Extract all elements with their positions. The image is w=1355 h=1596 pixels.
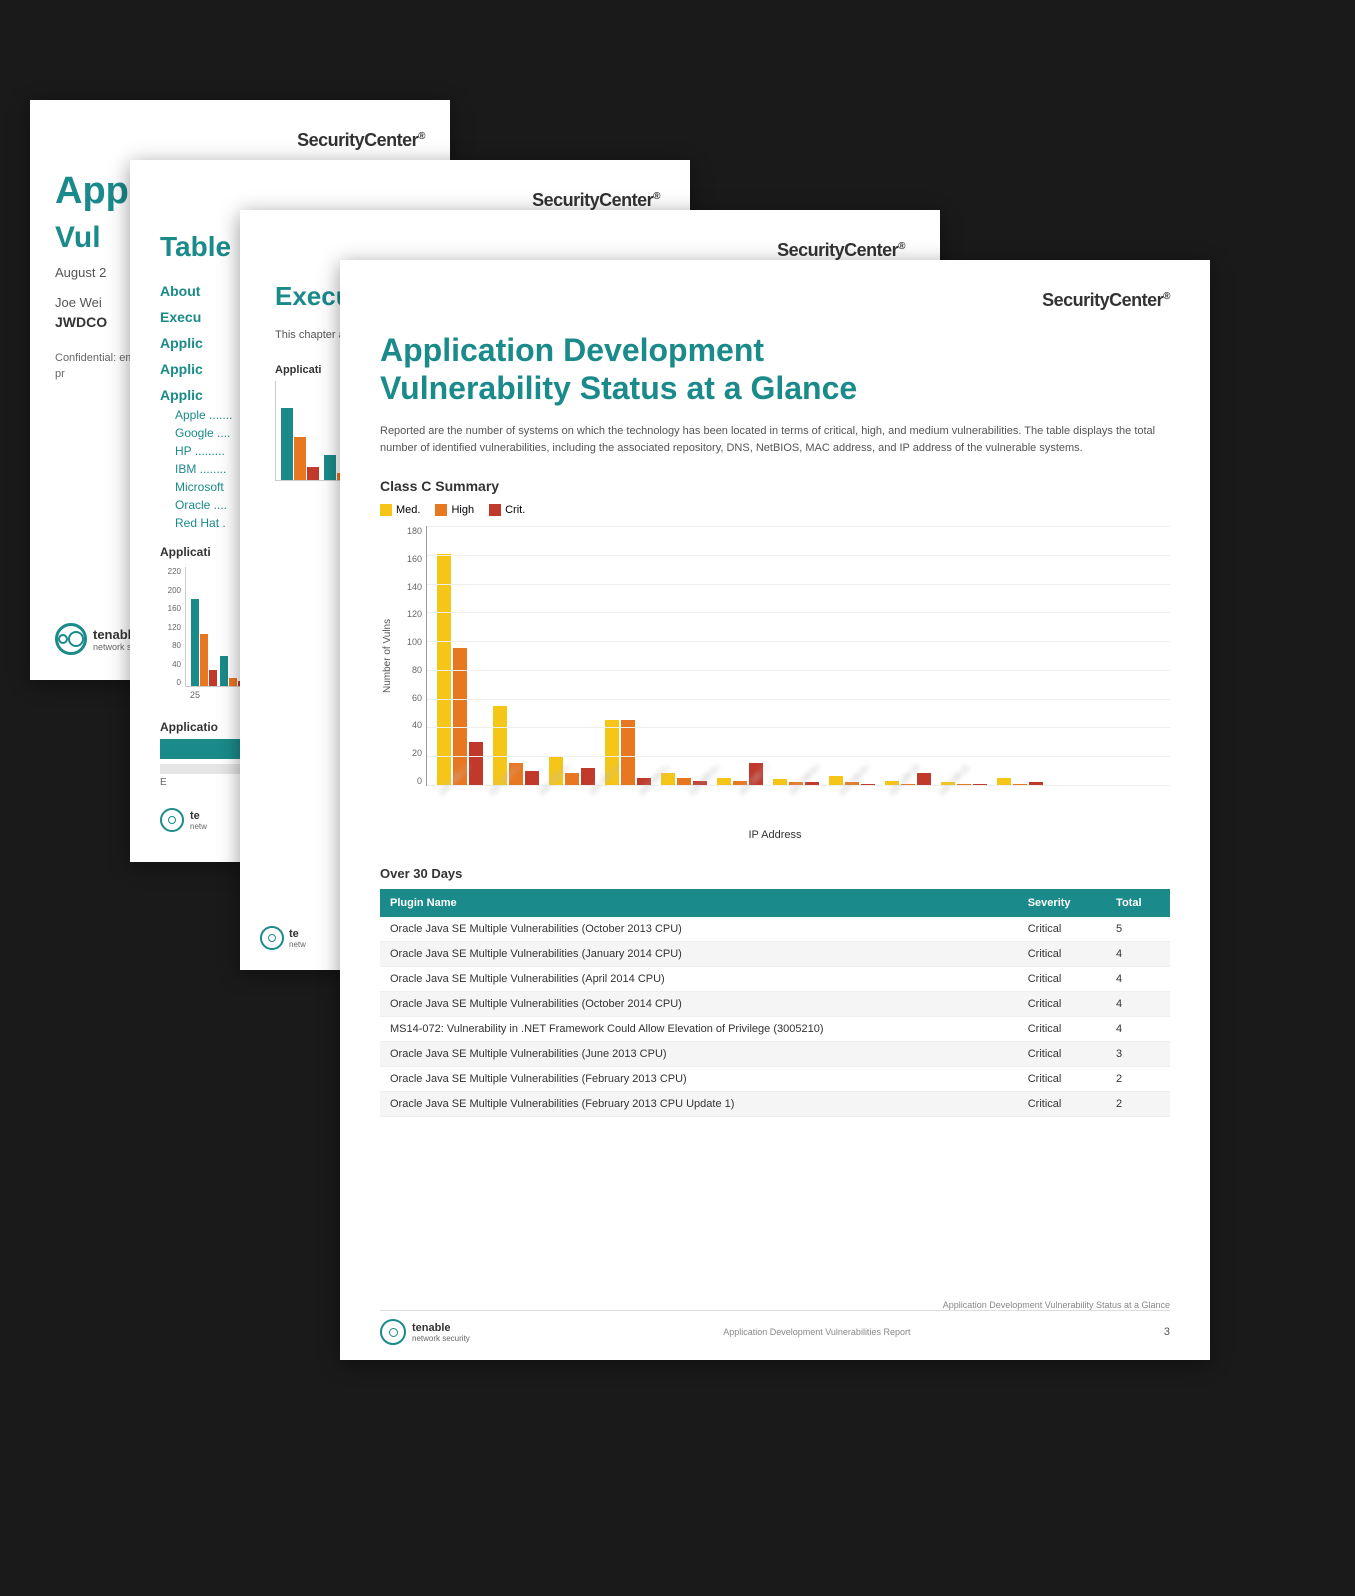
cell-plugin-1: Oracle Java SE Multiple Vulnerabilities … xyxy=(380,941,1018,966)
col-plugin-name: Plugin Name xyxy=(380,889,1018,917)
cell-plugin-4: MS14-072: Vulnerability in .NET Framewor… xyxy=(380,1016,1018,1041)
tenable-inner-circle xyxy=(168,816,176,824)
tenable-logo-icon-toc xyxy=(160,808,184,832)
cell-severity-4: Critical xyxy=(1018,1016,1106,1041)
main-page: SecurityCenter® Application Development … xyxy=(340,260,1210,1360)
table-header: Plugin Name Severity Total xyxy=(380,889,1170,917)
tenable-text-toc: te netw xyxy=(190,810,207,831)
legend-crit-label: Crit. xyxy=(505,504,525,516)
bar-group-0 xyxy=(437,554,483,785)
cell-severity-5: Critical xyxy=(1018,1041,1106,1066)
legend-crit-box xyxy=(489,504,501,516)
cell-severity-1: Critical xyxy=(1018,941,1106,966)
cell-total-0: 5 xyxy=(1106,917,1170,942)
bar-10-high xyxy=(1013,784,1027,785)
cell-total-2: 4 xyxy=(1106,966,1170,991)
tenable-text-exec: te netw xyxy=(289,928,306,949)
table-row-7: Oracle Java SE Multiple Vulnerabilities … xyxy=(380,1091,1170,1116)
security-center-logo-main: SecurityCenter® xyxy=(380,290,1170,311)
security-center-logo-toc: SecurityCenter® xyxy=(160,190,660,211)
bar-group-10 xyxy=(997,778,1043,785)
cell-total-3: 4 xyxy=(1106,991,1170,1016)
cell-plugin-6: Oracle Java SE Multiple Vulnerabilities … xyxy=(380,1066,1018,1091)
cell-severity-0: Critical xyxy=(1018,917,1106,942)
chart-area xyxy=(426,526,1170,786)
cell-total-7: 2 xyxy=(1106,1091,1170,1116)
footer-logo-inner xyxy=(389,1328,398,1337)
x-axis-label: IP Address xyxy=(380,829,1170,841)
legend-med-box xyxy=(380,504,392,516)
legend-med-label: Med. xyxy=(396,504,420,516)
legend-med: Med. xyxy=(380,504,420,516)
tenable-logo-exec: te netw xyxy=(260,926,306,950)
tenable-inner-exec xyxy=(268,934,276,942)
main-heading-line1: Application Development xyxy=(380,332,764,368)
brand-name: SecurityCenter xyxy=(297,130,418,150)
table-row-6: Oracle Java SE Multiple Vulnerabilities … xyxy=(380,1066,1170,1091)
tenable-logo-icon xyxy=(55,623,87,655)
table-label: Over 30 Days xyxy=(380,866,1170,881)
bar-groups-container xyxy=(427,526,1170,785)
cell-severity-2: Critical xyxy=(1018,966,1106,991)
footer-logo-text: tenable network security xyxy=(412,1322,470,1343)
bar-10-med xyxy=(997,778,1011,785)
x-ticks: 192.168.1.x192.168.2.x192.168.3.x192.168… xyxy=(427,791,1170,821)
x-axis-labels: 192.168.1.x192.168.2.x192.168.3.x192.168… xyxy=(380,791,1170,821)
table-row-0: Oracle Java SE Multiple Vulnerabilities … xyxy=(380,917,1170,942)
security-center-logo-exec: SecurityCenter® xyxy=(275,240,905,261)
tenable-logo-icon-exec xyxy=(260,926,284,950)
legend-crit: Crit. xyxy=(489,504,525,516)
cell-total-6: 2 xyxy=(1106,1066,1170,1091)
chart-legend: Med. High Crit. xyxy=(380,504,1170,516)
cell-severity-7: Critical xyxy=(1018,1091,1106,1116)
brand-name-main: SecurityCenter xyxy=(1042,290,1163,310)
legend-high-box xyxy=(435,504,447,516)
footer-center-text: Application Development Vulnerabilities … xyxy=(723,1327,910,1337)
cell-plugin-5: Oracle Java SE Multiple Vulnerabilities … xyxy=(380,1041,1018,1066)
chart-title: Class C Summary xyxy=(380,478,1170,494)
tenable-name-toc: te xyxy=(190,810,207,822)
cell-plugin-2: Oracle Java SE Multiple Vulnerabilities … xyxy=(380,966,1018,991)
footer-logo-container: tenable network security xyxy=(380,1319,470,1345)
cell-severity-3: Critical xyxy=(1018,991,1106,1016)
table-row-5: Oracle Java SE Multiple Vulnerabilities … xyxy=(380,1041,1170,1066)
main-heading-line2: Vulnerability Status at a Glance xyxy=(380,370,857,406)
legend-high-label: High xyxy=(451,504,474,516)
table-row-4: MS14-072: Vulnerability in .NET Framewor… xyxy=(380,1016,1170,1041)
main-heading: Application Development Vulnerability St… xyxy=(380,331,1170,408)
footer-tenable-sub: network security xyxy=(412,1334,470,1343)
cell-plugin-7: Oracle Java SE Multiple Vulnerabilities … xyxy=(380,1091,1018,1116)
legend-high: High xyxy=(435,504,474,516)
table-header-row: Plugin Name Severity Total xyxy=(380,889,1170,917)
bar-0-med xyxy=(437,554,451,785)
cell-plugin-0: Oracle Java SE Multiple Vulnerabilities … xyxy=(380,917,1018,942)
brand-name-toc: SecurityCenter xyxy=(532,190,653,210)
footer-logo-circle xyxy=(380,1319,406,1345)
table-body: Oracle Java SE Multiple Vulnerabilities … xyxy=(380,917,1170,1117)
table-row-3: Oracle Java SE Multiple Vulnerabilities … xyxy=(380,991,1170,1016)
bar-10-crit xyxy=(1029,782,1043,785)
footer-page-number: 3 xyxy=(1164,1326,1170,1338)
y-axis-numbers: 180 160 140 120 100 80 60 40 20 0 xyxy=(398,526,426,786)
cell-total-4: 4 xyxy=(1106,1016,1170,1041)
security-center-logo: SecurityCenter® xyxy=(55,130,425,151)
cell-plugin-3: Oracle Java SE Multiple Vulnerabilities … xyxy=(380,991,1018,1016)
cell-total-1: 4 xyxy=(1106,941,1170,966)
vulnerabilities-table: Plugin Name Severity Total Oracle Java S… xyxy=(380,889,1170,1117)
table-section: Over 30 Days Plugin Name Severity Total … xyxy=(380,866,1170,1117)
main-description: Reported are the number of systems on wh… xyxy=(380,423,1170,458)
cell-total-5: 3 xyxy=(1106,1041,1170,1066)
y-axis-label: Number of Vulns xyxy=(380,526,398,786)
footer-tenable: tenable xyxy=(412,1322,470,1334)
table-row-2: Oracle Java SE Multiple Vulnerabilities … xyxy=(380,966,1170,991)
tenable-sub-toc: netw xyxy=(190,822,207,831)
cell-severity-6: Critical xyxy=(1018,1066,1106,1091)
col-total: Total xyxy=(1106,889,1170,917)
footer-right-label: Application Development Vulnerability St… xyxy=(943,1300,1170,1310)
page-footer: tenable network security Application Dev… xyxy=(380,1310,1170,1345)
chart-wrapper: Number of Vulns 180 160 140 120 100 80 6… xyxy=(380,526,1170,821)
table-row-1: Oracle Java SE Multiple Vulnerabilities … xyxy=(380,941,1170,966)
brand-name-exec: SecurityCenter xyxy=(777,240,898,260)
col-severity: Severity xyxy=(1018,889,1106,917)
